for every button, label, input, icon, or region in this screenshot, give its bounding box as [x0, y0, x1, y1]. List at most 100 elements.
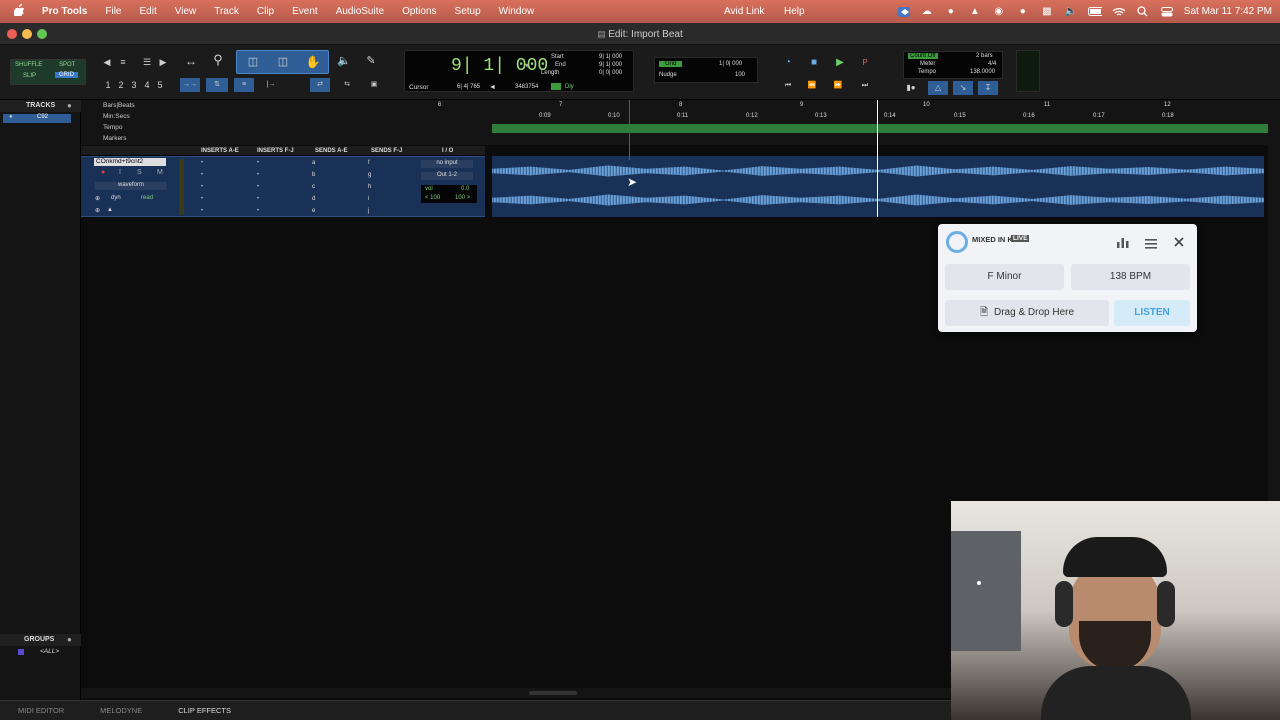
- close-window-button[interactable]: [7, 29, 17, 39]
- app-menu[interactable]: Pro Tools: [33, 6, 96, 17]
- pan-left-value[interactable]: < 100: [425, 195, 440, 201]
- zoom-preset-1[interactable]: 1: [103, 78, 113, 92]
- tempo-ruler-bar[interactable]: [492, 124, 1272, 133]
- trim-tool-icon[interactable]: ◫: [243, 55, 263, 69]
- send-slot-f-j[interactable]: j: [368, 208, 369, 214]
- tab-clip-effects[interactable]: CLIP EFFECTS: [160, 706, 249, 715]
- wifi-icon[interactable]: [1112, 6, 1126, 17]
- tracks-menu-icon[interactable]: ●: [67, 101, 72, 110]
- send-slot-f-j[interactable]: i: [368, 196, 369, 202]
- control-center-icon[interactable]: [1160, 6, 1174, 17]
- zoomer-tool-icon[interactable]: ↔: [180, 54, 202, 68]
- zoom-window-button[interactable]: [37, 29, 47, 39]
- record-dot-icon[interactable]: ●: [1016, 6, 1030, 17]
- grid-value[interactable]: 1| 0| 000: [719, 61, 742, 67]
- mirror-midi-button[interactable]: ⇄: [310, 78, 330, 92]
- uad-icon[interactable]: [896, 6, 910, 17]
- chart-icon[interactable]: [1116, 236, 1130, 254]
- automation-follows-button[interactable]: ⇆: [337, 78, 357, 92]
- horizontal-scrollbar[interactable]: [81, 688, 951, 698]
- tab-melodyne[interactable]: MELODYNE: [82, 706, 160, 715]
- insertion-follows-button[interactable]: |→: [262, 78, 280, 92]
- link-track-button[interactable]: ≡: [234, 78, 254, 92]
- rewind-icon[interactable]: ⏪: [805, 79, 819, 93]
- volume-icon[interactable]: 🔈: [1064, 6, 1078, 17]
- close-icon[interactable]: [1173, 235, 1185, 253]
- playlist-icon[interactable]: ⊕: [95, 195, 100, 202]
- tempo-value[interactable]: 138.0000: [970, 69, 995, 75]
- menu-setup[interactable]: Setup: [446, 6, 490, 17]
- grid-mode-button[interactable]: GRID: [55, 72, 78, 78]
- volume-value[interactable]: 0.0: [461, 186, 469, 192]
- play-icon[interactable]: ▶: [830, 56, 850, 70]
- menu-avid-link[interactable]: Avid Link: [715, 6, 773, 17]
- send-slot-f-j[interactable]: g: [368, 172, 371, 178]
- output-selector[interactable]: Out 1-2: [421, 172, 473, 180]
- menu-clip[interactable]: Clip: [248, 6, 283, 17]
- display-icon[interactable]: ▩: [1040, 6, 1054, 17]
- creative-cloud-icon[interactable]: ☁: [920, 6, 934, 17]
- smart-tool-group[interactable]: ◫ ◫ ✋: [236, 50, 329, 74]
- menu-audiosuite[interactable]: AudioSuite: [327, 6, 393, 17]
- search-icon[interactable]: [1136, 6, 1150, 17]
- tab-midi-editor[interactable]: MIDI EDITOR: [0, 706, 82, 715]
- send-slot-a-e[interactable]: c: [312, 184, 315, 190]
- grid-globe-icon[interactable]: ◉: [992, 6, 1006, 17]
- dly-label[interactable]: Dly: [565, 84, 574, 90]
- menu-event[interactable]: Event: [283, 6, 327, 17]
- zoom-in-arrow-icon[interactable]: ▶: [158, 55, 168, 69]
- magnifier-tool-icon[interactable]: ⚲: [207, 53, 229, 67]
- minimize-window-button[interactable]: [22, 29, 32, 39]
- tab-to-transient-button[interactable]: →→: [180, 78, 200, 92]
- listen-button[interactable]: LISTEN: [1114, 300, 1190, 326]
- dyn-button[interactable]: dyn: [111, 195, 121, 201]
- insert-slot-a-e[interactable]: •: [201, 160, 203, 166]
- scrubber-tool-icon[interactable]: 🔈: [335, 54, 353, 68]
- send-slot-a-e[interactable]: b: [312, 172, 315, 178]
- stop-icon[interactable]: ■: [806, 56, 822, 70]
- menu-file[interactable]: File: [96, 6, 130, 17]
- input-selector[interactable]: no input: [421, 160, 473, 168]
- selection-end[interactable]: 9| 1| 000: [599, 62, 622, 68]
- ruler-min-secs-label[interactable]: Min:Secs: [103, 113, 130, 120]
- waveform-zoom-icon[interactable]: ≡: [114, 55, 132, 69]
- return-to-zero-icon[interactable]: ⏮: [781, 79, 795, 93]
- dly-indicator-icon[interactable]: [551, 83, 561, 90]
- zoom-preset-3[interactable]: 3: [129, 78, 139, 92]
- online-icon[interactable]: ◔: [780, 56, 796, 70]
- mute-button[interactable]: M: [157, 169, 163, 176]
- track-list-item[interactable]: ● C92: [3, 114, 71, 123]
- battery-icon[interactable]: [1087, 6, 1102, 17]
- link-timeline-button[interactable]: ⇅: [206, 78, 228, 92]
- insert-slot-f-j[interactable]: •: [257, 208, 259, 214]
- selector-tool-icon[interactable]: ◫: [273, 55, 293, 69]
- slip-mode-button[interactable]: SLIP: [23, 73, 36, 79]
- menu-help[interactable]: Help: [775, 6, 814, 17]
- insert-slot-a-e[interactable]: •: [201, 184, 203, 190]
- insert-slot-a-e[interactable]: •: [201, 208, 203, 214]
- input-monitor-button[interactable]: I: [119, 169, 121, 176]
- track-view-selector[interactable]: waveform: [95, 182, 167, 190]
- horizontal-scroll-thumb[interactable]: [529, 691, 577, 695]
- count-off-bars[interactable]: 2 bars: [976, 53, 993, 59]
- midi-merge-icon[interactable]: ↧: [978, 81, 998, 95]
- cloud-sync-icon[interactable]: ●: [944, 6, 958, 17]
- insert-slot-f-j[interactable]: •: [257, 160, 259, 166]
- automation-mode-selector[interactable]: read: [141, 195, 153, 201]
- send-slot-a-e[interactable]: e: [312, 208, 315, 214]
- track-list-item-name[interactable]: C92: [37, 114, 48, 120]
- send-slot-f-j[interactable]: f: [368, 160, 370, 166]
- insert-slot-f-j[interactable]: •: [257, 196, 259, 202]
- zoom-out-arrow-icon[interactable]: ◀: [102, 55, 112, 69]
- flame-icon[interactable]: ▲: [968, 6, 982, 17]
- ruler-tempo-label[interactable]: Tempo: [103, 124, 123, 131]
- menu-track[interactable]: Track: [205, 6, 248, 17]
- grid-toggle-button[interactable]: Grid: [659, 61, 683, 67]
- track-name-field[interactable]: COnkmd+t9cnt2: [94, 158, 166, 166]
- menu-icon[interactable]: [1145, 236, 1157, 254]
- menu-edit[interactable]: Edit: [131, 6, 166, 17]
- zoom-preset-5[interactable]: 5: [155, 78, 165, 92]
- send-slot-a-e[interactable]: d: [312, 196, 315, 202]
- selection-length[interactable]: 0| 0| 000: [599, 70, 622, 76]
- track-options-icon[interactable]: ⊕: [95, 207, 100, 214]
